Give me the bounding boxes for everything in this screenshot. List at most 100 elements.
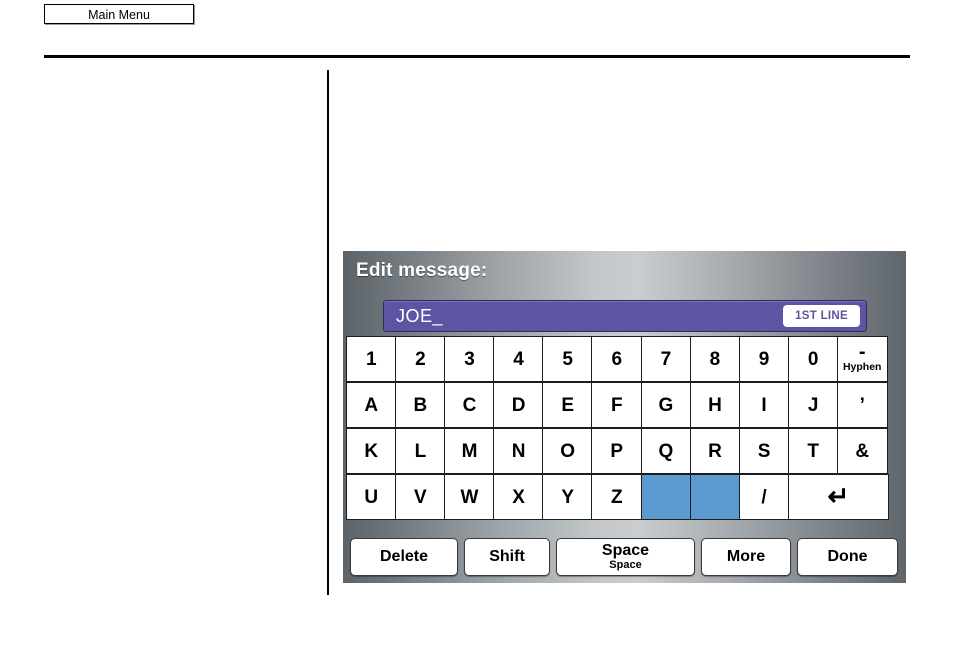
key-c[interactable]: C — [444, 382, 495, 428]
key-label: - — [858, 341, 866, 364]
key-label: & — [855, 440, 870, 462]
key-w[interactable]: W — [444, 474, 495, 520]
done-button[interactable]: Done — [797, 538, 898, 576]
key-label: 3 — [464, 348, 475, 370]
key-label: J — [807, 394, 819, 416]
key-label: U — [364, 486, 379, 508]
key-label: T — [807, 440, 819, 462]
key-u[interactable]: U — [346, 474, 397, 520]
key-label: L — [414, 440, 427, 462]
space-label: Space — [601, 542, 650, 559]
key-7[interactable]: 7 — [640, 336, 692, 382]
main-menu-button[interactable]: Main Menu — [44, 4, 194, 24]
key-e[interactable]: E — [542, 382, 593, 428]
key-2[interactable]: 2 — [395, 336, 446, 382]
key-label: 9 — [758, 348, 770, 370]
message-input-field[interactable]: JOE_ 1ST LINE — [383, 300, 867, 332]
key-label: M — [461, 440, 478, 462]
key-slash[interactable]: / — [738, 474, 790, 520]
key-label: P — [610, 440, 624, 462]
key-label: X — [512, 486, 525, 508]
key-n[interactable]: N — [493, 428, 544, 474]
key-label: H — [708, 394, 722, 416]
key-label: S — [757, 440, 771, 462]
key-5[interactable]: 5 — [542, 336, 593, 382]
key-ampersand[interactable]: & — [836, 428, 888, 474]
key-label: K — [364, 440, 379, 462]
key-x[interactable]: X — [493, 474, 544, 520]
key-m[interactable]: M — [444, 428, 495, 474]
key-row-k-t: K L M N O P Q R S T & — [346, 428, 903, 474]
key-label: Y — [561, 486, 575, 508]
key-grid: 1 2 3 4 5 6 7 8 9 0 - Hyphen A B C D E F… — [346, 336, 903, 520]
key-hyphen[interactable]: - Hyphen — [836, 336, 888, 382]
line-indicator-badge: 1ST LINE — [783, 305, 860, 327]
key-apostrophe[interactable]: ’ — [836, 382, 888, 428]
edit-message-dialog: Edit message: JOE_ 1ST LINE 1 2 3 4 5 6 … — [343, 251, 906, 583]
key-blank-highlighted-2[interactable] — [689, 474, 741, 520]
header-divider — [44, 55, 910, 58]
key-label: V — [414, 486, 427, 508]
key-label: Z — [610, 486, 623, 508]
key-s[interactable]: S — [738, 428, 790, 474]
key-y[interactable]: Y — [542, 474, 593, 520]
key-k[interactable]: K — [346, 428, 397, 474]
delete-button[interactable]: Delete — [350, 538, 458, 576]
key-o[interactable]: O — [542, 428, 593, 474]
key-p[interactable]: P — [591, 428, 643, 474]
key-9[interactable]: 9 — [738, 336, 790, 382]
key-sublabel: Hyphen — [842, 361, 882, 374]
key-label: I — [761, 394, 767, 416]
key-g[interactable]: G — [640, 382, 692, 428]
key-label: 5 — [562, 348, 573, 370]
key-a[interactable]: A — [346, 382, 397, 428]
key-row-a-j: A B C D E F G H I J ’ — [346, 382, 903, 428]
key-label: F — [610, 394, 623, 416]
key-label: D — [511, 394, 526, 416]
more-button[interactable]: More — [701, 538, 791, 576]
key-z[interactable]: Z — [591, 474, 643, 520]
shift-label: Shift — [489, 548, 525, 565]
key-j[interactable]: J — [787, 382, 839, 428]
key-l[interactable]: L — [395, 428, 446, 474]
space-button[interactable]: Space Space — [556, 538, 695, 576]
delete-label: Delete — [379, 548, 429, 565]
key-label: 2 — [415, 348, 426, 370]
key-f[interactable]: F — [591, 382, 643, 428]
key-1[interactable]: 1 — [346, 336, 397, 382]
key-row-numbers: 1 2 3 4 5 6 7 8 9 0 - Hyphen — [346, 336, 903, 382]
key-d[interactable]: D — [493, 382, 544, 428]
space-sublabel: Space — [609, 559, 642, 571]
key-label: ’ — [859, 394, 865, 416]
key-h[interactable]: H — [689, 382, 741, 428]
key-label: W — [460, 486, 479, 508]
key-label: O — [560, 440, 576, 462]
key-6[interactable]: 6 — [591, 336, 643, 382]
key-label: G — [658, 394, 674, 416]
key-enter[interactable]: ↵ — [787, 474, 890, 520]
key-i[interactable]: I — [738, 382, 790, 428]
key-blank-highlighted-1[interactable] — [640, 474, 692, 520]
key-r[interactable]: R — [689, 428, 741, 474]
key-4[interactable]: 4 — [493, 336, 544, 382]
key-label: 8 — [709, 348, 721, 370]
key-t[interactable]: T — [787, 428, 839, 474]
shift-button[interactable]: Shift — [464, 538, 550, 576]
done-label: Done — [827, 548, 868, 565]
key-3[interactable]: 3 — [444, 336, 495, 382]
key-label: 6 — [611, 348, 623, 370]
enter-arrow-icon: ↵ — [827, 481, 850, 511]
key-label: B — [413, 394, 428, 416]
key-row-u-z: U V W X Y Z / ↵ — [346, 474, 903, 520]
message-input-value: JOE_ — [396, 305, 444, 326]
key-label: R — [708, 440, 722, 462]
key-label: 4 — [513, 348, 524, 370]
key-q[interactable]: Q — [640, 428, 692, 474]
key-b[interactable]: B — [395, 382, 446, 428]
key-v[interactable]: V — [395, 474, 446, 520]
key-label: 1 — [366, 348, 377, 370]
dialog-title: Edit message: — [356, 260, 488, 281]
column-divider — [327, 70, 329, 595]
key-0[interactable]: 0 — [787, 336, 839, 382]
key-8[interactable]: 8 — [689, 336, 741, 382]
